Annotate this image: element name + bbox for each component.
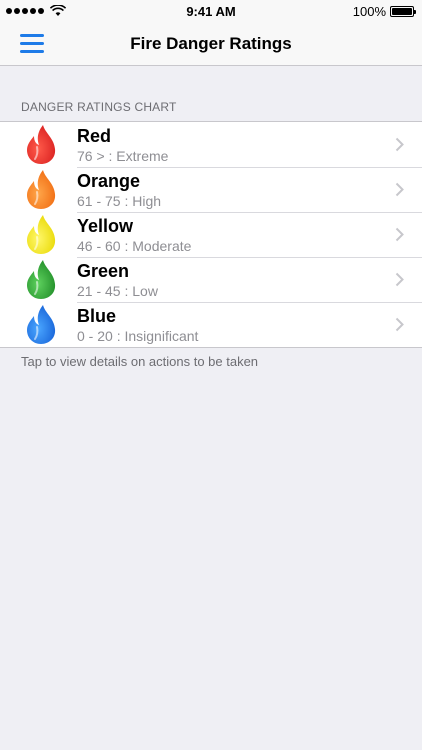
rating-row-green[interactable]: Green 21 - 45 : Low bbox=[0, 257, 422, 302]
flame-icon bbox=[27, 260, 56, 299]
chevron-right-icon bbox=[395, 137, 404, 152]
section-header: DANGER RATINGS CHART bbox=[21, 100, 177, 114]
rating-range: 46 - 60 : Moderate bbox=[77, 238, 192, 254]
status-bar: 9:41 AM 100% bbox=[0, 0, 422, 22]
rating-label: Green bbox=[77, 261, 130, 281]
rating-row-blue[interactable]: Blue 0 - 20 : Insignificant bbox=[0, 302, 422, 347]
rating-row-yellow[interactable]: Yellow 46 - 60 : Moderate bbox=[0, 212, 422, 257]
rating-range: 0 - 20 : Insignificant bbox=[77, 328, 199, 344]
rating-row-orange[interactable]: Orange 61 - 75 : High bbox=[0, 167, 422, 212]
flame-icon bbox=[27, 125, 56, 164]
navigation-bar: Fire Danger Ratings bbox=[0, 22, 422, 66]
chevron-right-icon bbox=[395, 182, 404, 197]
section-footer: Tap to view details on actions to be tak… bbox=[21, 354, 259, 369]
rating-label: Red bbox=[77, 126, 112, 146]
chevron-right-icon bbox=[395, 227, 404, 242]
rating-range: 21 - 45 : Low bbox=[77, 283, 158, 299]
battery-icon bbox=[390, 6, 416, 17]
ratings-table: Red 76 > : Extreme Orange 61 - 75 : High Yel… bbox=[0, 121, 422, 348]
flame-icon bbox=[27, 170, 56, 209]
rating-row-red[interactable]: Red 76 > : Extreme bbox=[0, 122, 422, 167]
rating-label: Orange bbox=[77, 171, 141, 191]
page-title: Fire Danger Ratings bbox=[130, 34, 292, 53]
chevron-right-icon bbox=[395, 317, 404, 332]
flame-icon bbox=[27, 305, 56, 344]
rating-range: 76 > : Extreme bbox=[77, 148, 169, 164]
flame-icon bbox=[27, 215, 56, 254]
battery-percentage: 100% bbox=[352, 4, 386, 19]
rating-label: Blue bbox=[77, 306, 117, 326]
rating-range: 61 - 75 : High bbox=[77, 193, 162, 209]
chevron-right-icon bbox=[395, 272, 404, 287]
rating-label: Yellow bbox=[77, 216, 134, 236]
battery-group: 100% bbox=[352, 4, 416, 19]
